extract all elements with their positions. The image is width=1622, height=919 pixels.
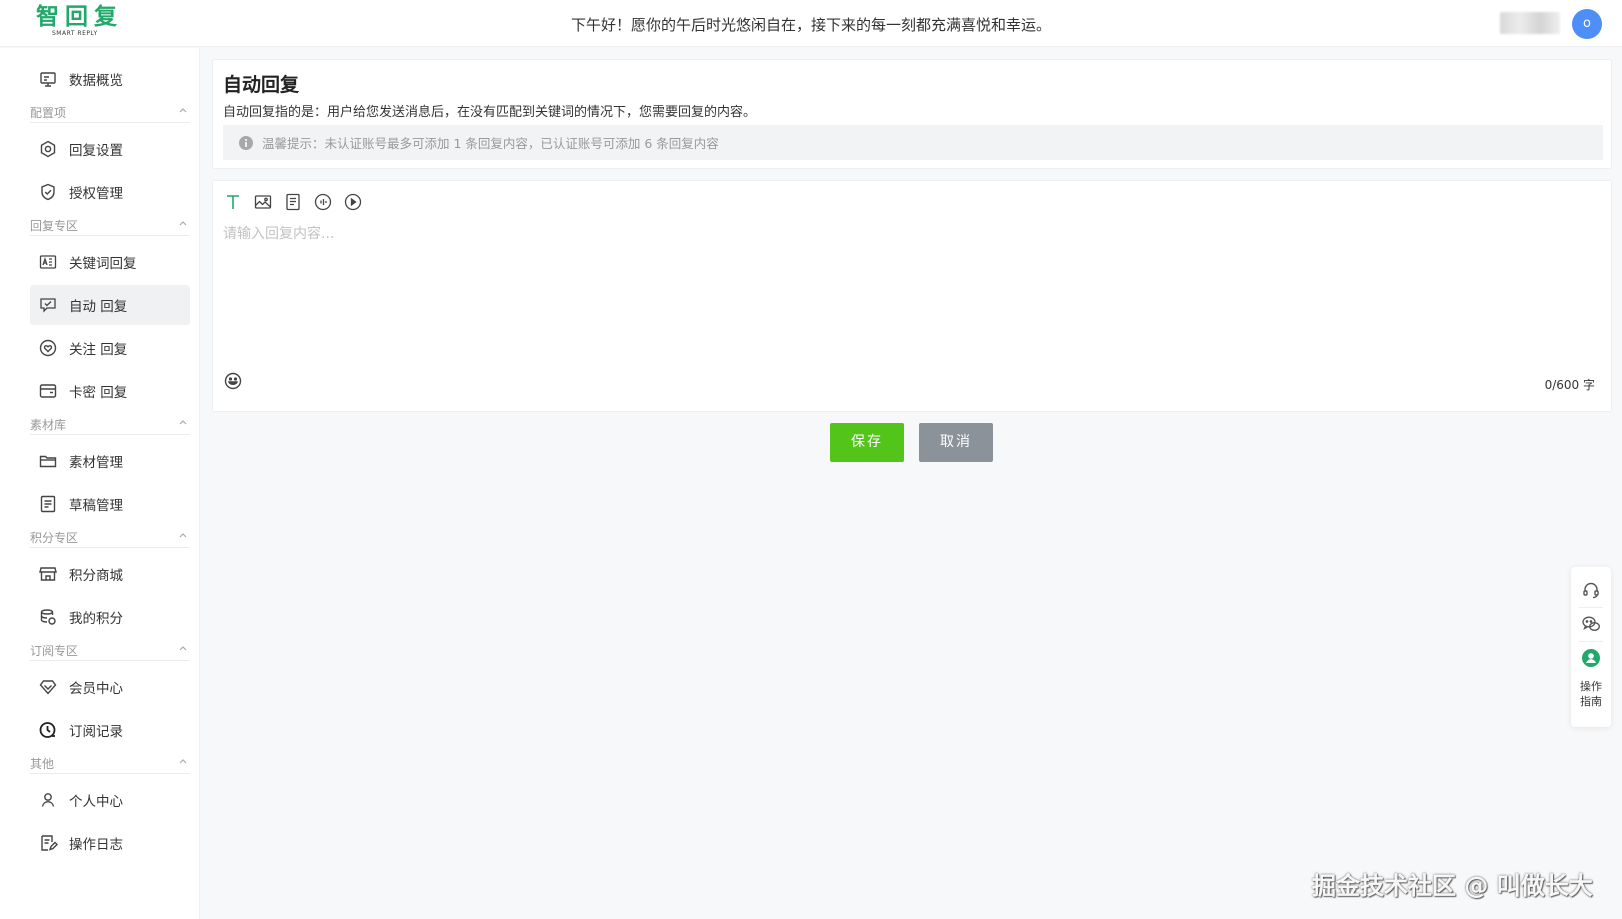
sidebar-item-label: 卡密 回复	[69, 385, 128, 401]
divider	[1579, 641, 1603, 642]
sidebar-item-operation-log[interactable]: 操作日志	[30, 823, 190, 863]
sidebar-item-label: 素材管理	[69, 455, 123, 471]
cancel-button[interactable]: 取消	[919, 423, 993, 462]
char-counter: 0/600 字	[1544, 378, 1595, 392]
tip-banner: 温馨提示：未认证账号最多可添加 1 条回复内容，已认证账号可添加 6 条回复内容	[223, 125, 1603, 160]
keyword-icon	[39, 255, 57, 269]
sidebar-item-reply-settings[interactable]: 回复设置	[30, 129, 190, 169]
sidebar-item-label: 关注 回复	[69, 342, 128, 358]
image-icon[interactable]	[253, 192, 273, 212]
divider	[1579, 607, 1603, 608]
section-title: 回复专区	[30, 219, 79, 233]
sidebar-item-label: 回复设置	[69, 143, 123, 159]
chevron-up-icon	[179, 420, 187, 425]
guide-label-line2: 指南	[1580, 695, 1602, 708]
sidebar-item-label: 授权管理	[69, 186, 123, 202]
sidebar-item-auth[interactable]: 授权管理	[30, 172, 190, 212]
editor-card: 0/600 字	[212, 180, 1612, 412]
heart-icon	[39, 339, 57, 357]
sidebar-item-points-store[interactable]: 积分商城	[30, 554, 190, 594]
page-title: 自动回复	[223, 74, 300, 96]
section-other[interactable]: 其他	[30, 752, 190, 774]
sidebar-item-keyword-reply[interactable]: 关键词回复	[30, 242, 190, 282]
emoji-icon[interactable]	[223, 371, 243, 391]
sidebar: 数据概览 配置项 回复设置 授权管理 回复专区 关键词回复 自动 回复 关注 回…	[0, 48, 200, 919]
article-icon[interactable]	[283, 192, 303, 212]
sidebar-item-follow-reply[interactable]: 关注 回复	[30, 328, 190, 368]
top-header: 智回复 SMART REPLY 下午好！愿你的午后时光悠闲自在，接下来的每一刻都…	[0, 0, 1622, 47]
sidebar-item-subscription-records[interactable]: 订阅记录	[30, 710, 190, 750]
chevron-up-icon	[179, 108, 187, 113]
folder-icon	[39, 455, 57, 468]
draft-icon	[40, 495, 56, 513]
watermark: 掘金技术社区 @ 叫做长大	[1312, 872, 1593, 900]
section-points[interactable]: 积分专区	[30, 526, 190, 548]
section-title: 配置项	[30, 106, 67, 120]
audio-icon[interactable]	[313, 192, 333, 212]
sidebar-item-overview[interactable]: 数据概览	[30, 59, 190, 99]
sidebar-item-draft-manage[interactable]: 草稿管理	[30, 484, 190, 524]
store-icon	[39, 567, 57, 581]
monitor-icon	[40, 72, 56, 87]
headset-icon[interactable]	[1581, 580, 1601, 600]
guide-link[interactable]: 操作 指南	[1571, 679, 1611, 709]
info-icon	[239, 135, 253, 150]
chevron-up-icon	[179, 221, 187, 226]
sidebar-item-label: 我的积分	[69, 611, 123, 627]
auto-reply-icon	[40, 298, 56, 313]
diamond-icon	[39, 680, 57, 695]
section-subscription[interactable]: 订阅专区	[30, 639, 190, 661]
save-button[interactable]: 保存	[830, 423, 904, 462]
username-blurred[interactable]	[1500, 12, 1560, 34]
section-material[interactable]: 素材库	[30, 413, 190, 435]
sidebar-item-label: 积分商城	[69, 568, 123, 584]
chevron-up-icon	[179, 646, 187, 651]
floating-tool-panel: 操作 指南	[1571, 567, 1611, 727]
wechat-icon[interactable]	[1581, 614, 1601, 634]
section-title: 其他	[30, 757, 55, 771]
page-description: 自动回复指的是：用户给您发送消息后，在没有匹配到关键词的情况下，您需要回复的内容…	[223, 105, 757, 120]
section-reply[interactable]: 回复专区	[30, 214, 190, 236]
card-icon	[39, 384, 57, 398]
sidebar-item-label: 草稿管理	[69, 498, 123, 514]
sidebar-item-label: 自动 回复	[69, 299, 128, 315]
sidebar-item-auto-reply[interactable]: 自动 回复	[30, 285, 190, 325]
sidebar-item-label: 订阅记录	[69, 724, 123, 740]
video-icon[interactable]	[343, 192, 363, 212]
chevron-up-icon	[179, 533, 187, 538]
guide-label-line1: 操作	[1580, 680, 1602, 693]
section-title: 素材库	[30, 418, 67, 432]
sidebar-item-material-manage[interactable]: 素材管理	[30, 441, 190, 481]
coins-icon	[40, 609, 56, 625]
section-title: 订阅专区	[30, 644, 79, 658]
sidebar-item-label: 会员中心	[69, 681, 123, 697]
avatar[interactable]: o	[1572, 9, 1602, 39]
sidebar-item-label: 数据概览	[69, 73, 123, 89]
user-circle-icon[interactable]	[1581, 648, 1601, 668]
clock-icon	[39, 722, 56, 738]
intro-card: 自动回复 自动回复指的是：用户给您发送消息后，在没有匹配到关键词的情况下，您需要…	[212, 59, 1612, 169]
text-icon[interactable]	[223, 192, 243, 212]
section-title: 积分专区	[30, 531, 79, 545]
sidebar-item-label: 关键词回复	[69, 256, 137, 272]
editor-toolbar	[223, 191, 373, 213]
sidebar-item-my-points[interactable]: 我的积分	[30, 597, 190, 637]
sidebar-item-member-center[interactable]: 会员中心	[30, 667, 190, 707]
gear-icon	[40, 140, 56, 158]
user-icon	[41, 793, 55, 807]
log-icon	[41, 835, 58, 851]
chevron-up-icon	[179, 759, 187, 764]
sidebar-item-label: 个人中心	[69, 794, 123, 810]
section-config[interactable]: 配置项	[30, 101, 190, 123]
sidebar-item-personal-center[interactable]: 个人中心	[30, 780, 190, 820]
shield-check-icon	[41, 183, 55, 201]
tip-text: 温馨提示：未认证账号最多可添加 1 条回复内容，已认证账号可添加 6 条回复内容	[262, 136, 719, 151]
sidebar-item-card-reply[interactable]: 卡密 回复	[30, 371, 190, 411]
greeting-text: 下午好！愿你的午后时光悠闲自在，接下来的每一刻都充满喜悦和幸运。	[570, 16, 1051, 34]
sidebar-item-label: 操作日志	[69, 837, 123, 853]
reply-content-input[interactable]	[223, 223, 1603, 353]
